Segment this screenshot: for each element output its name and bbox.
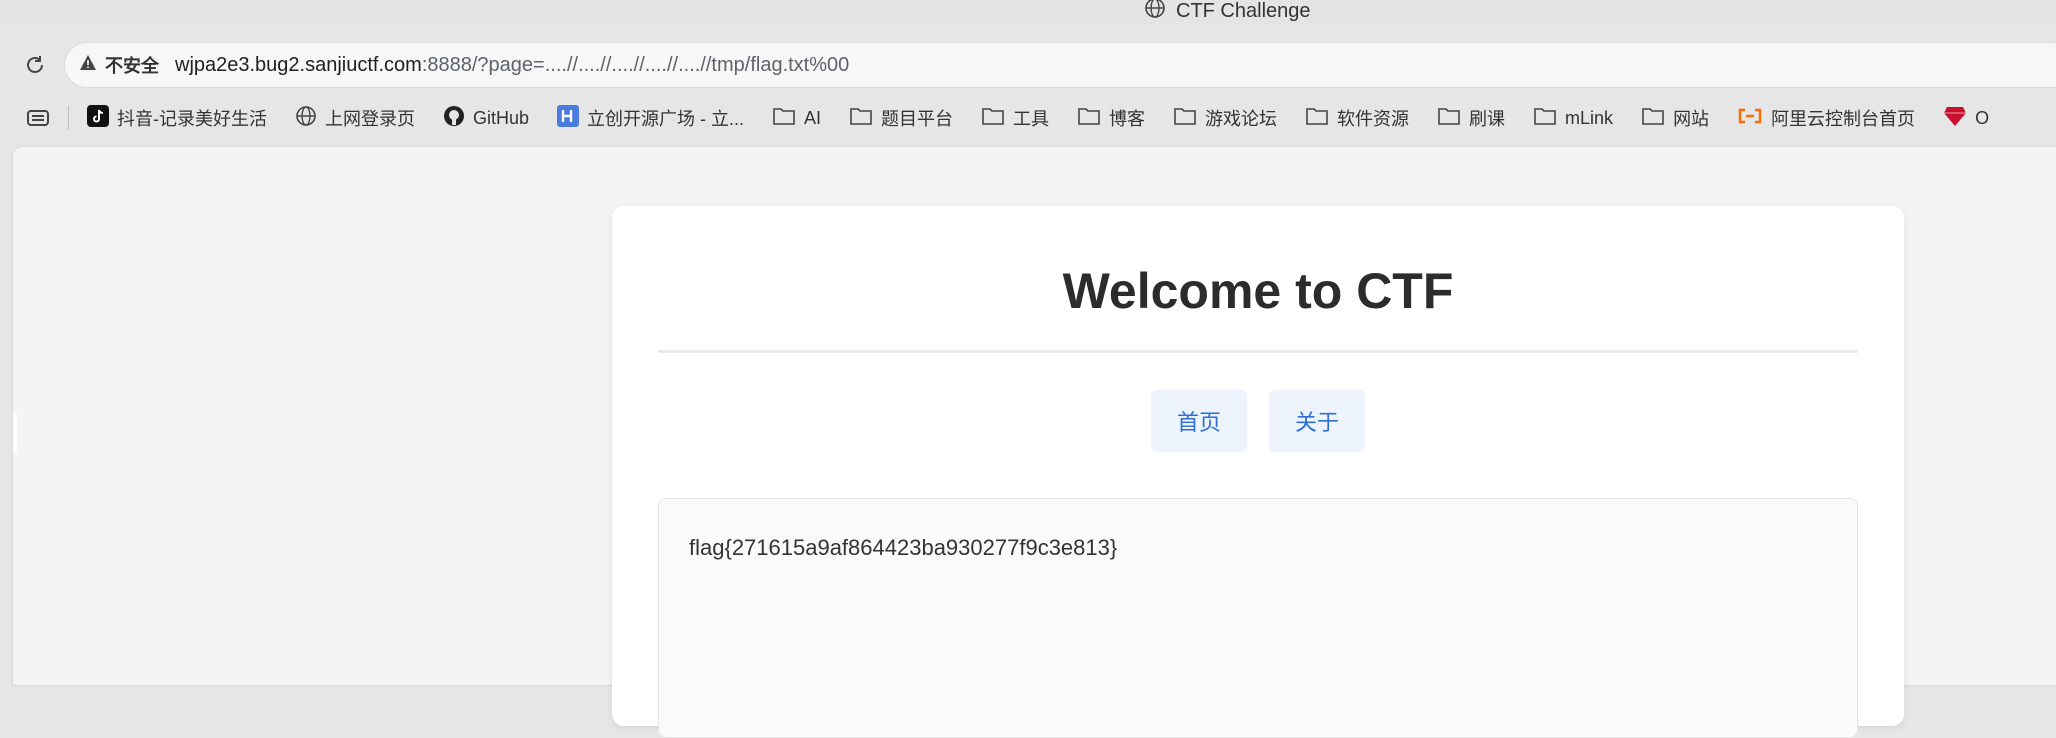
url-path: :8888/?page=....//....//....//....//....…	[421, 53, 850, 76]
url-text[interactable]: wjpa2e3.bug2.sanjiuctf.com:8888/?page=..…	[175, 54, 849, 77]
browser-toolbar: 不安全 wjpa2e3.bug2.sanjiuctf.com:8888/?pag…	[0, 40, 2056, 90]
bookmark-folder-blog[interactable]: 博客	[1077, 102, 1145, 134]
tiktok-icon	[87, 104, 109, 132]
folder-icon	[981, 106, 1005, 131]
tab-search-icon[interactable]	[26, 102, 50, 134]
folder-icon	[1437, 106, 1461, 131]
warning-icon	[79, 54, 97, 77]
bookmark-label: 阿里云控制台首页	[1771, 109, 1916, 129]
security-indicator[interactable]: 不安全	[79, 52, 159, 78]
bookmark-login[interactable]: 上网登录页	[295, 102, 415, 134]
title-bar: CTF Challenge	[0, 0, 2056, 24]
bookmark-folder-software[interactable]: 软件资源	[1305, 102, 1409, 134]
window-title: CTF Challenge	[1144, 0, 1311, 22]
folder-icon	[1641, 106, 1665, 131]
bookmark-douyin[interactable]: 抖音-记录美好生活	[87, 102, 267, 134]
bookmarks-bar: 抖音-记录美好生活 上网登录页 GitHub 立创开源广场 - 立... AI …	[0, 98, 2056, 138]
bookmark-github[interactable]: GitHub	[443, 102, 529, 134]
ruby-icon	[1943, 105, 1967, 132]
folder-icon	[1305, 106, 1329, 131]
bookmark-label: 上网登录页	[325, 109, 415, 129]
aliyun-icon	[1737, 106, 1763, 131]
folder-icon	[772, 106, 796, 131]
bookmark-label: 工具	[1013, 109, 1050, 129]
security-label: 不安全	[105, 56, 159, 76]
bookmark-label: 刷课	[1469, 109, 1506, 129]
bookmark-label: O	[1975, 107, 1990, 128]
lceda-icon	[557, 104, 580, 132]
bookmark-folder-mlink[interactable]: mLink	[1533, 102, 1613, 134]
folder-icon	[1077, 106, 1101, 131]
url-host: wjpa2e3.bug2.sanjiuctf.com	[175, 53, 422, 76]
bookmark-folder-tools[interactable]: 工具	[981, 102, 1049, 134]
bookmark-folder-forum[interactable]: 游戏论坛	[1173, 102, 1277, 134]
content-panel: flag{271615a9af864423ba930277f9c3e813}	[658, 498, 1858, 738]
folder-icon	[1173, 106, 1197, 131]
bookmark-folder-platform[interactable]: 题目平台	[849, 102, 953, 134]
side-panel-handle[interactable]	[13, 413, 17, 453]
bookmark-label: 博客	[1109, 109, 1146, 129]
globe-icon	[295, 105, 317, 132]
bookmark-label: mLink	[1565, 107, 1614, 128]
bookmark-folder-ai[interactable]: AI	[772, 102, 821, 134]
bookmark-label: 抖音-记录美好生活	[117, 109, 267, 129]
nav-bar: 首页 关于	[612, 390, 1904, 452]
bookmark-label: 网站	[1673, 109, 1710, 129]
folder-icon	[849, 106, 873, 131]
folder-icon	[1533, 106, 1557, 131]
address-bar[interactable]: 不安全 wjpa2e3.bug2.sanjiuctf.com:8888/?pag…	[64, 42, 2056, 88]
github-icon	[443, 105, 465, 132]
title-divider	[658, 350, 1858, 353]
nav-about-button[interactable]: 关于	[1269, 390, 1365, 452]
bookmark-folder-courses[interactable]: 刷课	[1437, 102, 1505, 134]
flag-text: flag{271615a9af864423ba930277f9c3e813}	[689, 535, 1118, 560]
bookmark-label: AI	[804, 107, 822, 128]
bookmark-folder-sites[interactable]: 网站	[1641, 102, 1709, 134]
bookmark-ruby[interactable]: O	[1943, 102, 1989, 134]
bookmarks-divider	[68, 106, 69, 130]
globe-icon	[1144, 0, 1166, 25]
bookmark-label: 游戏论坛	[1205, 109, 1278, 129]
bookmark-label: GitHub	[473, 107, 530, 128]
bookmark-label: 题目平台	[881, 109, 954, 129]
bookmark-aliyun[interactable]: 阿里云控制台首页	[1737, 102, 1915, 134]
bookmark-label: 立创开源广场 - 立...	[587, 109, 745, 129]
window-title-text: CTF Challenge	[1176, 0, 1311, 22]
reload-icon[interactable]	[20, 50, 50, 80]
bookmark-lceda[interactable]: 立创开源广场 - 立...	[557, 102, 744, 134]
nav-home-button[interactable]: 首页	[1151, 390, 1247, 452]
main-card: Welcome to CTF 首页 关于 flag{271615a9af8644…	[612, 206, 1904, 738]
bookmark-label: 软件资源	[1337, 109, 1410, 129]
page-title: Welcome to CTF	[1062, 263, 1454, 319]
